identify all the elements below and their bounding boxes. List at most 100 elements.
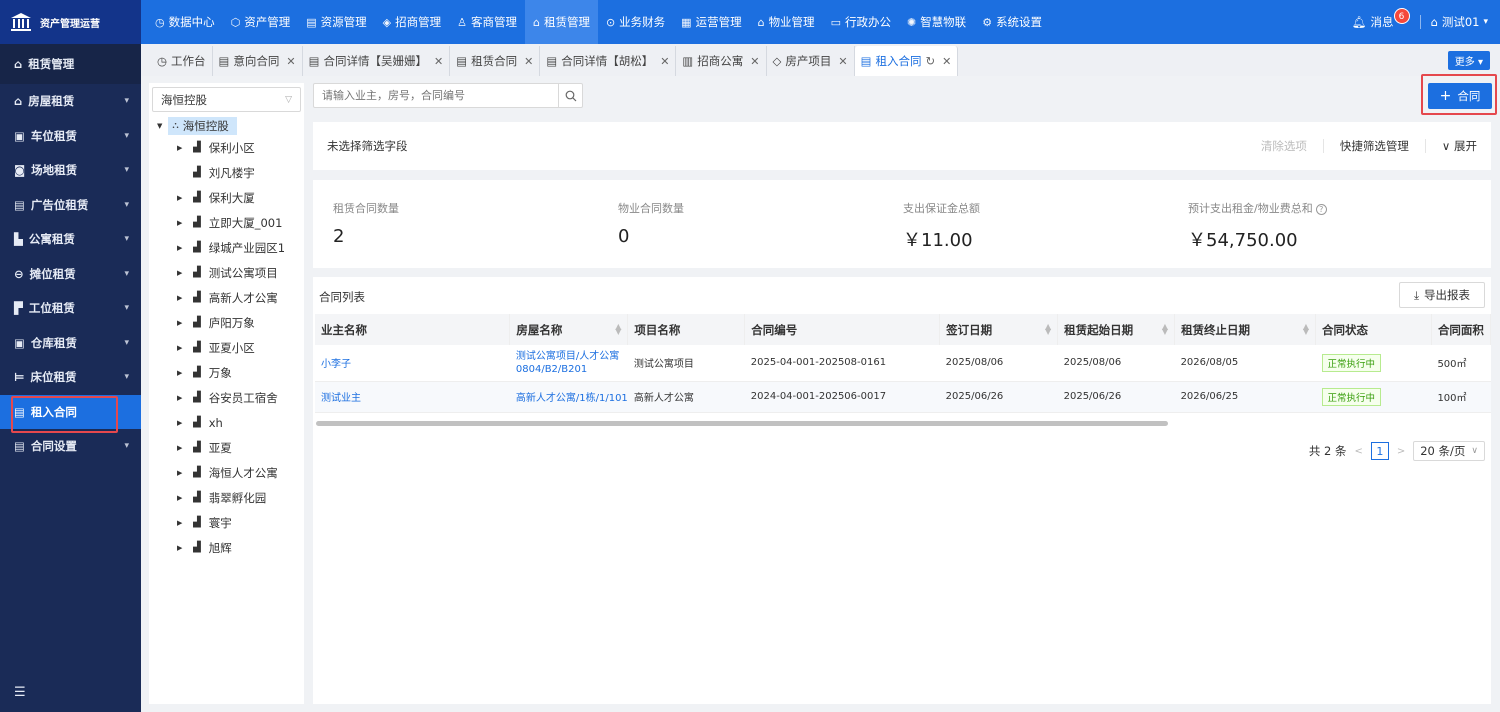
caret-right-icon[interactable]: ▶ [177, 294, 185, 302]
tree-node[interactable]: ▶ ▟ 绿城产业园区1 [149, 235, 304, 260]
tree-node[interactable]: ▶ ▟ 万象 [149, 360, 304, 385]
sidebar-item-house-lease[interactable]: ⌂ 房屋租赁 ▾ [0, 84, 141, 119]
page-size-select[interactable]: 20 条/页 ∨ [1413, 441, 1485, 461]
sidebar-item-parking-lease[interactable]: ▣ 车位租赁 ▾ [0, 119, 141, 154]
tab-workbench[interactable]: ◷ 工作台 [151, 46, 213, 76]
tree-node[interactable]: ▶ ▟ xh [149, 410, 304, 435]
tree-node[interactable]: ▶ ▟ 保利小区 [149, 135, 304, 160]
tab-property-project[interactable]: ◇ 房产项目 ✕ [767, 46, 855, 76]
tree-node[interactable]: ▶ ▟ 亚夏 [149, 435, 304, 460]
topnav-finance[interactable]: ⊙ 业务财务 [598, 0, 673, 44]
tree-node[interactable]: ▶ ▟ 亚夏小区 [149, 335, 304, 360]
tab-lease-contract[interactable]: ▤ 租赁合同 ✕ [450, 46, 541, 76]
sidebar-item-apartment-lease[interactable]: ▙ 公寓租赁 ▾ [0, 222, 141, 257]
caret-right-icon[interactable]: ▶ [177, 144, 185, 152]
page-number-button[interactable]: 1 [1370, 442, 1389, 460]
caret-right-icon[interactable]: ▶ [177, 444, 185, 452]
sort-icon[interactable]: ▲ ▼ [1162, 323, 1168, 336]
caret-right-icon[interactable]: ▶ [177, 544, 185, 552]
column-header[interactable]: 租赁终止日期 ▲ ▼ [1174, 314, 1316, 345]
sort-icon[interactable]: ▲ ▼ [1303, 323, 1309, 336]
column-header[interactable]: 租赁起始日期 ▲ ▼ [1057, 314, 1176, 345]
help-icon[interactable]: ? [1315, 203, 1327, 215]
logo[interactable]: 资产管理运营 [0, 0, 141, 44]
sidebar-item-stall-lease[interactable]: ⊖ 摊位租赁 ▾ [0, 257, 141, 292]
tab-contract-detail-hu[interactable]: ▤ 合同详情【胡松】 ✕ [540, 46, 677, 76]
close-icon[interactable]: ✕ [660, 55, 669, 68]
caret-right-icon[interactable]: ▶ [177, 244, 185, 252]
search-button[interactable] [558, 84, 582, 107]
company-select[interactable]: 海恒控股 ▽ [152, 87, 301, 112]
sidebar-item-venue-lease[interactable]: ◙ 场地租赁 ▾ [0, 153, 141, 188]
sort-icon[interactable]: ▲ ▼ [615, 323, 621, 336]
tree-node[interactable]: ▶ ▟ 测试公寓项目 [149, 260, 304, 285]
close-icon[interactable]: ✕ [838, 55, 847, 68]
house-link[interactable]: 测试公寓项目/人才公寓0804/B2/B201 [509, 345, 628, 382]
user-menu[interactable]: ⌂ 测试01 ▾ [1431, 14, 1488, 30]
topnav-resource[interactable]: ▤ 资源管理 [298, 0, 374, 44]
topnav-merchant[interactable]: ♙ 客商管理 [449, 0, 525, 44]
topnav-operation[interactable]: ▦ 运营管理 [673, 0, 749, 44]
caret-right-icon[interactable]: ▶ [177, 219, 185, 227]
caret-right-icon[interactable]: ▶ [177, 519, 185, 527]
close-icon[interactable]: ✕ [750, 55, 759, 68]
table-row[interactable]: 测试业主 高新人才公寓/1栋/1/101 高新人才公寓 2024-04-001-… [315, 381, 1491, 413]
caret-right-icon[interactable]: ▶ [177, 419, 185, 427]
owner-link[interactable]: 测试业主 [315, 381, 510, 413]
tree-node[interactable]: ▶ ▟ 旭辉 [149, 535, 304, 560]
tree-node[interactable]: ▶ ▟ 保利大厦 [149, 185, 304, 210]
tab-lease-in-contract[interactable]: ▤ 租入合同 ↻ ✕ [854, 46, 959, 76]
topnav-data-center[interactable]: ◷ 数据中心 [147, 0, 223, 44]
table-row[interactable]: 小李子 测试公寓项目/人才公寓0804/B2/B201 测试公寓项目 2025-… [315, 345, 1491, 382]
tree-node[interactable]: ▶ ▟ 翡翠孵化园 [149, 485, 304, 510]
tree-node[interactable]: ▶ ▟ 寰宇 [149, 510, 304, 535]
tree-node[interactable]: ▟ 刘凡楼宇 [149, 160, 304, 185]
caret-down-icon[interactable]: ▼ [157, 122, 162, 130]
prev-page-icon[interactable]: < [1354, 446, 1362, 457]
tabs-more-button[interactable]: 更多 ▾ [1447, 51, 1490, 70]
sidebar-item-warehouse-lease[interactable]: ▣ 仓库租赁 ▾ [0, 326, 141, 361]
close-icon[interactable]: ✕ [434, 55, 443, 68]
horizontal-scrollbar[interactable] [316, 421, 1168, 426]
export-report-button[interactable]: ⤓ 导出报表 [1399, 282, 1485, 308]
tree-node[interactable]: ▶ ▟ 谷安员工宿舍 [149, 385, 304, 410]
tab-intent-contract[interactable]: ▤ 意向合同 ✕ [213, 46, 303, 76]
sidebar-item-ad-lease[interactable]: ▤ 广告位租赁 ▾ [0, 188, 141, 223]
messages-button[interactable]: 🔔︎ 消息 6 [1352, 8, 1410, 30]
topnav-office[interactable]: ▭ 行政办公 [823, 0, 899, 44]
caret-right-icon[interactable]: ▶ [177, 194, 185, 202]
tree-node[interactable]: ▶ ▟ 海恒人才公寓 [149, 460, 304, 485]
topnav-settings[interactable]: ⚙ 系统设置 [974, 0, 1050, 44]
caret-right-icon[interactable]: ▶ [177, 319, 185, 327]
caret-right-icon[interactable]: ▶ [177, 269, 185, 277]
caret-right-icon[interactable]: ▶ [177, 494, 185, 502]
caret-right-icon[interactable]: ▶ [177, 394, 185, 402]
tab-contract-detail-wu[interactable]: ▤ 合同详情【吴姗姗】 ✕ [303, 46, 451, 76]
owner-link[interactable]: 小李子 [315, 345, 510, 382]
tree-root[interactable]: ▼ ⛬ 海恒控股 [149, 117, 304, 135]
topnav-property[interactable]: ⌂ 物业管理 [750, 0, 823, 44]
tree-node[interactable]: ▶ ▟ 庐阳万象 [149, 310, 304, 335]
add-contract-button[interactable]: + 合同 [1428, 83, 1492, 109]
sidebar-item-bed-lease[interactable]: ⊨ 床位租赁 ▾ [0, 360, 141, 395]
menu-collapse-icon[interactable]: ☰ [14, 685, 26, 700]
expand-button[interactable]: ∨ 展开 [1442, 138, 1477, 154]
search-input[interactable] [314, 84, 558, 107]
sidebar-item-workstation-lease[interactable]: ▛ 工位租赁 ▾ [0, 291, 141, 326]
caret-right-icon[interactable]: ▶ [177, 469, 185, 477]
column-header[interactable]: 房屋名称 ▲ ▼ [509, 314, 629, 345]
tab-investment-apartment[interactable]: ▥ 招商公寓 ✕ [676, 46, 767, 76]
caret-right-icon[interactable]: ▶ [177, 369, 185, 377]
tree-node[interactable]: ▶ ▟ 高新人才公寓 [149, 285, 304, 310]
column-header[interactable]: 签订日期 ▲ ▼ [939, 314, 1059, 345]
sidebar-item-lease-in-contract[interactable]: ▤ 租入合同 [0, 394, 141, 429]
quick-filter-manage-button[interactable]: 快捷筛选管理 [1340, 138, 1409, 154]
topnav-investment[interactable]: ◈ 招商管理 [375, 0, 449, 44]
topnav-iot[interactable]: ✺ 智慧物联 [899, 0, 974, 44]
house-link[interactable]: 高新人才公寓/1栋/1/101 [509, 381, 628, 413]
clear-options-button[interactable]: 清除选项 [1261, 138, 1307, 154]
close-icon[interactable]: ✕ [942, 55, 951, 68]
close-icon[interactable]: ✕ [286, 55, 295, 68]
close-icon[interactable]: ✕ [524, 55, 533, 68]
tree-node[interactable]: ▶ ▟ 立即大厦_001 [149, 210, 304, 235]
